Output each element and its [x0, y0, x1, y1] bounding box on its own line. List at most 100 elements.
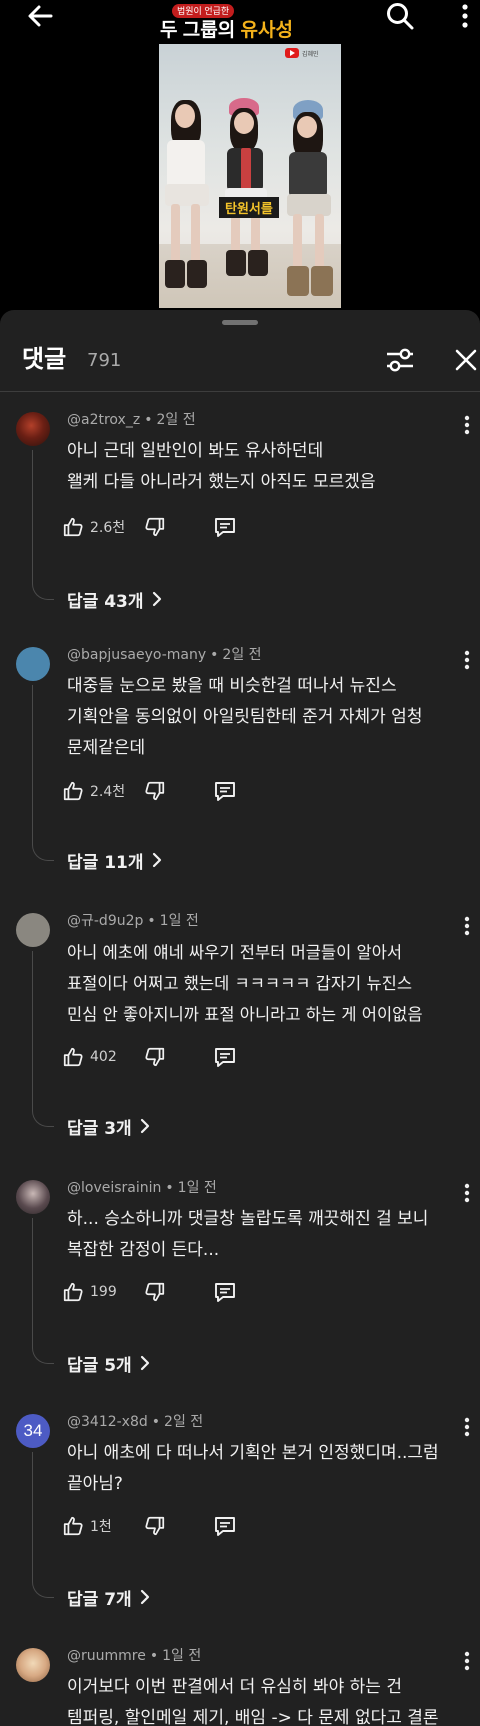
more-vertical-icon: [464, 1183, 470, 1203]
video-player[interactable]: 법원이 언급한 두 그룹의 유사성 김혜민 탄원서를: [0, 0, 480, 310]
thumbs-down-icon: [145, 1282, 165, 1302]
thread-line: [32, 685, 54, 861]
avatar[interactable]: [16, 913, 50, 947]
dislike-button[interactable]: [142, 778, 168, 804]
drag-handle[interactable]: [222, 320, 258, 325]
comment-item: @규-d9u2p • 1일 전 아니 에초에 얘네 싸우기 전부터 머글들이 알아서…: [0, 911, 480, 1141]
chevron-right-icon: [152, 591, 161, 607]
comments-title: 댓글: [22, 345, 67, 373]
dislike-button[interactable]: [142, 1513, 168, 1539]
comment-meta: @3412-x8d • 2일 전: [67, 1414, 204, 1430]
comment-more-button[interactable]: [458, 412, 476, 438]
avatar[interactable]: 34: [16, 1414, 50, 1448]
avatar[interactable]: [16, 1648, 50, 1682]
dislike-button[interactable]: [142, 1044, 168, 1070]
replies-label: 답글 3개: [67, 1118, 132, 1139]
dancer-center: [221, 90, 277, 280]
view-replies-button[interactable]: 답글 11개: [67, 847, 162, 873]
channel-watermark: 김혜민: [285, 48, 319, 58]
comment-actions: 1천: [62, 1511, 262, 1541]
more-vertical-icon: [462, 4, 468, 28]
dancer-left: [161, 92, 217, 304]
reply-button[interactable]: [212, 1279, 238, 1305]
more-vertical-icon: [464, 916, 470, 936]
reply-button[interactable]: [212, 778, 238, 804]
comment-meta: @bapjusaeyo-many • 2일 전: [67, 647, 262, 663]
avatar[interactable]: [16, 412, 50, 446]
replies-label: 답글 5개: [67, 1355, 132, 1376]
like-button[interactable]: 1천: [62, 1511, 112, 1541]
filter-button[interactable]: [384, 344, 416, 376]
title-tag: 법원이 언급한: [172, 4, 235, 18]
comment-more-button[interactable]: [458, 913, 476, 939]
avatar[interactable]: [16, 1180, 50, 1214]
header-divider: [0, 391, 480, 392]
comment-time: 2일 전: [222, 647, 262, 663]
comment-more-button[interactable]: [458, 647, 476, 673]
thumbs-down-icon: [145, 517, 165, 537]
search-button[interactable]: [380, 0, 420, 32]
replies-label: 답글 7개: [67, 1589, 132, 1610]
comment-text: 이거보다 이번 판결에서 더 유심히 봐야 하는 건 템퍼링, 할인메일 제기,…: [67, 1677, 439, 1726]
comment-author[interactable]: @규-d9u2p: [67, 913, 143, 929]
avatar[interactable]: [16, 647, 50, 681]
view-replies-button[interactable]: 답글 5개: [67, 1350, 150, 1376]
thread-line: [32, 1452, 54, 1598]
dislike-button[interactable]: [142, 1279, 168, 1305]
reply-icon: [215, 1517, 235, 1536]
comment-actions: 199: [62, 1277, 262, 1307]
video-caption: 탄원서를: [219, 197, 279, 218]
like-count: 2.6천: [90, 520, 126, 536]
view-replies-button[interactable]: 답글 7개: [67, 1584, 150, 1610]
thumbs-up-icon: [63, 1047, 83, 1067]
like-button[interactable]: 199: [62, 1277, 117, 1307]
chevron-right-icon: [140, 1589, 149, 1605]
like-button[interactable]: 2.4천: [62, 776, 125, 806]
reply-button[interactable]: [212, 514, 238, 540]
comment-actions: 402: [62, 1042, 262, 1072]
video-title-prefix: 두 그룹의: [160, 20, 241, 41]
chevron-right-icon: [152, 852, 161, 868]
comment-more-button[interactable]: [458, 1180, 476, 1206]
replies-label: 답글 11개: [67, 852, 144, 873]
channel-watermark-text: 김혜민: [302, 50, 319, 58]
reply-button[interactable]: [212, 1513, 238, 1539]
comment-text: 아니 에초에 얘네 싸우기 전부터 머글들이 알아서 표절이다 어쩌고 했는데 …: [67, 943, 423, 1024]
like-count: 1천: [90, 1519, 112, 1535]
comment-author[interactable]: @3412-x8d: [67, 1414, 148, 1430]
like-button[interactable]: 2.6천: [62, 512, 125, 542]
comment-author[interactable]: @ruummre: [67, 1648, 146, 1664]
comment-time: 1일 전: [177, 1180, 217, 1196]
more-options-button[interactable]: [455, 0, 475, 32]
comment-more-button[interactable]: [458, 1414, 476, 1440]
video-frame[interactable]: 김혜민 탄원서를: [159, 44, 341, 308]
reply-icon: [215, 518, 235, 537]
more-vertical-icon: [464, 1651, 470, 1671]
close-button[interactable]: [450, 344, 480, 376]
comment-meta: @a2trox_z • 2일 전: [67, 412, 196, 428]
comment-time: 2일 전: [156, 412, 196, 428]
back-button[interactable]: [20, 0, 60, 32]
view-replies-button[interactable]: 답글 43개: [67, 586, 162, 612]
comment-author[interactable]: @bapjusaeyo-many: [67, 647, 206, 663]
reply-button[interactable]: [212, 1044, 238, 1070]
comment-item: @loveisrainin • 1일 전 하... 승소하니까 댓글창 놀랍도록 깨…: [0, 1178, 480, 1378]
thread-line: [32, 450, 54, 600]
chevron-right-icon: [140, 1355, 149, 1371]
thread-line: [32, 951, 54, 1127]
filter-icon: [387, 348, 413, 372]
comment-author[interactable]: @loveisrainin: [67, 1180, 161, 1196]
comments-sheet: 댓글 791 @a2trox_z • 2일 전 아니 근데 일반인이 봐도 유사하던…: [0, 310, 480, 1726]
like-button[interactable]: 402: [62, 1042, 117, 1072]
reply-icon: [215, 1283, 235, 1302]
comments-count: 791: [87, 350, 122, 371]
comment-more-button[interactable]: [458, 1648, 476, 1674]
comment-author[interactable]: @a2trox_z: [67, 412, 140, 428]
view-replies-button[interactable]: 답글 3개: [67, 1113, 150, 1139]
youtube-logo-icon: [285, 48, 299, 58]
like-count: 2.4천: [90, 784, 126, 800]
reply-icon: [215, 782, 235, 801]
dislike-button[interactable]: [142, 514, 168, 540]
thumbs-up-icon: [63, 517, 83, 537]
comment-time: 1일 전: [159, 913, 199, 929]
